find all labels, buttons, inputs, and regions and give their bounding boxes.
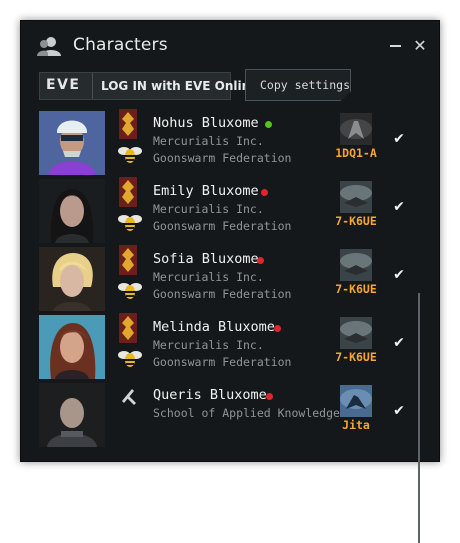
system-name: 1DQ1-A — [335, 146, 377, 160]
copy-settings-button[interactable]: Copy settings — [245, 69, 351, 101]
check-icon[interactable]: ✔ — [391, 335, 407, 351]
check-icon[interactable]: ✔ — [391, 267, 407, 283]
character-portrait — [39, 247, 105, 311]
alliance-name: Goonswarm Federation — [153, 219, 292, 233]
alliance-logo — [118, 147, 142, 163]
title-bar: Characters ✕ — [21, 21, 439, 71]
status-online-indicator — [265, 121, 272, 128]
corporation-name: Mercurialis Inc. — [153, 338, 264, 352]
scrollbar[interactable] — [418, 293, 420, 543]
eve-login-button[interactable]: EVE LOG IN with EVE Online — [39, 72, 258, 100]
alliance-name: Goonswarm Federation — [153, 287, 292, 301]
corporation-logo — [118, 381, 138, 411]
system-icon — [340, 181, 372, 213]
character-portrait — [39, 315, 105, 379]
corporation-name: Mercurialis Inc. — [153, 202, 264, 216]
alliance-name: Goonswarm Federation — [153, 151, 292, 165]
character-name: Melinda Bluxome — [153, 319, 275, 335]
corporation-name: School of Applied Knowledge — [153, 406, 340, 420]
characters-window: Characters ✕ EVE LOG IN with EVE Online … — [20, 20, 440, 543]
status-offline-indicator — [257, 257, 264, 264]
character-row[interactable]: Melinda Bluxome Mercurialis Inc. Goonswa… — [21, 313, 421, 381]
character-portrait — [39, 111, 105, 175]
alliance-name: Goonswarm Federation — [153, 355, 292, 369]
system-name: 7-K6UE — [335, 214, 377, 228]
close-icon[interactable]: ✕ — [412, 38, 428, 54]
corporation-logo — [119, 245, 137, 275]
system-name: 7-K6UE — [335, 282, 377, 296]
eve-logo-icon: EVE — [40, 73, 93, 99]
corporation-logo — [119, 109, 137, 139]
corporation-name: Mercurialis Inc. — [153, 270, 264, 284]
system-icon — [340, 249, 372, 281]
check-icon[interactable]: ✔ — [391, 131, 407, 147]
character-name: Emily Bluxome — [153, 183, 259, 199]
status-offline-indicator — [274, 325, 281, 332]
login-label: LOG IN with EVE Online — [101, 79, 259, 93]
character-name: Nohus Bluxome — [153, 115, 259, 131]
character-list: Nohus Bluxome Mercurialis Inc. Goonswarm… — [21, 107, 439, 543]
characters-icon — [37, 37, 61, 56]
character-row[interactable]: Sofia Bluxome Mercurialis Inc. Goonswarm… — [21, 245, 421, 313]
system-icon — [340, 317, 372, 349]
status-offline-indicator — [266, 393, 273, 400]
system-name: Jita — [342, 418, 370, 432]
character-name: Sofia Bluxome — [153, 251, 259, 267]
character-name: Queris Bluxome — [153, 387, 267, 403]
corporation-logo — [119, 177, 137, 207]
character-portrait — [39, 383, 105, 447]
system-name: 7-K6UE — [335, 350, 377, 364]
system-icon — [340, 385, 372, 417]
character-row[interactable]: Emily Bluxome Mercurialis Inc. Goonswarm… — [21, 177, 421, 245]
check-icon[interactable]: ✔ — [391, 199, 407, 215]
character-row[interactable]: Queris Bluxome School of Applied Knowled… — [21, 381, 421, 449]
alliance-logo — [118, 351, 142, 367]
alliance-logo — [118, 215, 142, 231]
system-icon — [340, 113, 372, 145]
character-portrait — [39, 179, 105, 243]
corporation-name: Mercurialis Inc. — [153, 134, 264, 148]
check-icon[interactable]: ✔ — [391, 403, 407, 419]
corporation-logo — [119, 313, 137, 343]
window-title: Characters — [73, 35, 168, 55]
copy-settings-label: Copy settings — [260, 78, 351, 92]
alliance-logo — [118, 283, 142, 299]
minimize-icon[interactable] — [388, 38, 404, 54]
eve-logo-text: EVE — [46, 77, 81, 93]
character-row[interactable]: Nohus Bluxome Mercurialis Inc. Goonswarm… — [21, 109, 421, 177]
status-offline-indicator — [261, 189, 268, 196]
